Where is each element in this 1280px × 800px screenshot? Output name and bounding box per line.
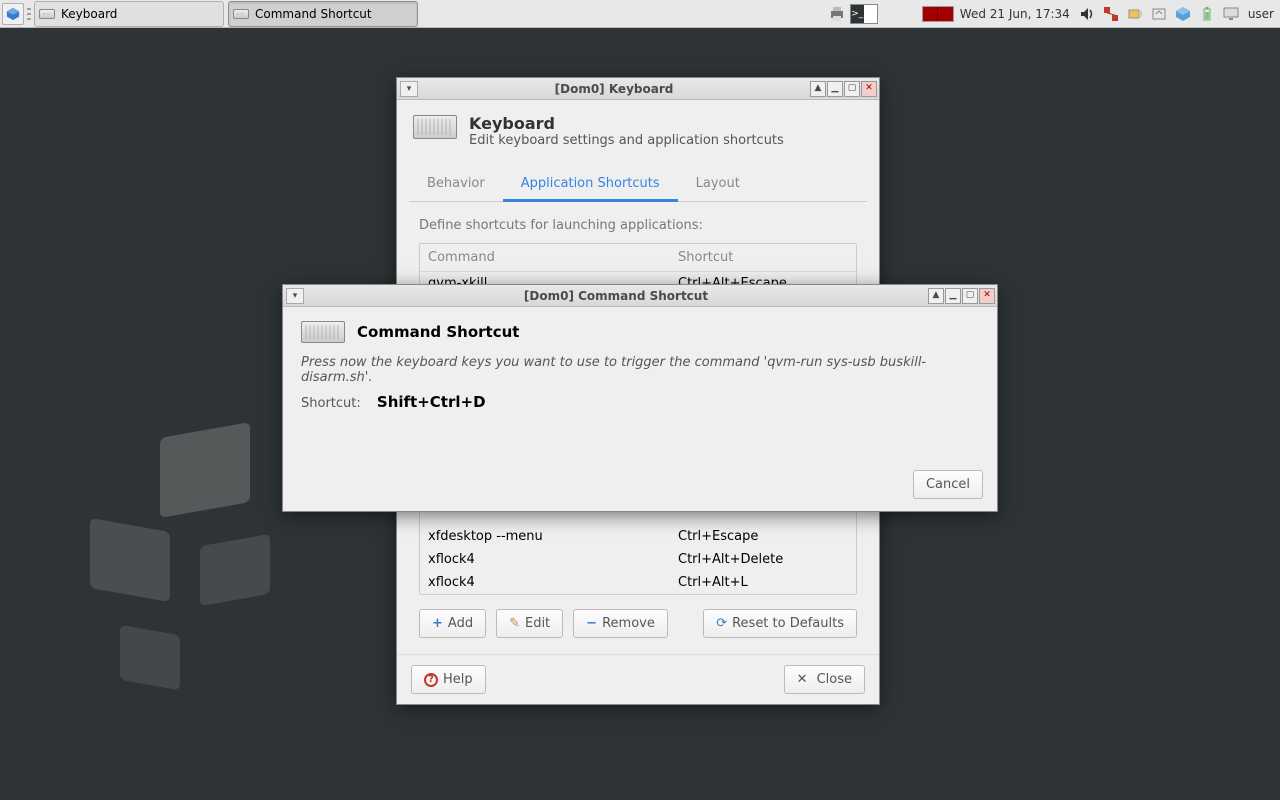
keyboard-icon xyxy=(39,6,55,22)
add-button[interactable]: +Add xyxy=(419,609,486,638)
battery-tray-icon[interactable] xyxy=(1196,3,1218,25)
edit-button[interactable]: ✎Edit xyxy=(496,609,563,638)
keyboard-header-icon xyxy=(413,115,457,147)
workspace-switcher[interactable] xyxy=(922,6,954,22)
maximize-button[interactable]: ▢ xyxy=(962,288,978,304)
tab-layout[interactable]: Layout xyxy=(678,168,758,201)
minus-icon: − xyxy=(586,616,597,631)
close-window-button[interactable]: ✕Close xyxy=(784,665,865,694)
terminal-tray-icon[interactable]: >_ xyxy=(850,4,878,24)
close-button[interactable]: ✕ xyxy=(861,81,877,97)
table-row[interactable]: xfdesktop --menu Ctrl+Escape xyxy=(420,525,856,548)
volume-icon[interactable] xyxy=(1076,3,1098,25)
header-title: Keyboard xyxy=(469,114,784,133)
qubes-menu-button[interactable] xyxy=(2,3,24,25)
keyboard-icon xyxy=(233,6,249,22)
taskbar-label: Keyboard xyxy=(61,7,117,21)
reset-button[interactable]: ⟳Reset to Defaults xyxy=(703,609,857,638)
command-shortcut-dialog: ▾ [Dom0] Command Shortcut ▲ ▁ ▢ ✕ Comman… xyxy=(282,284,998,512)
shortcut-label: Shortcut: xyxy=(301,396,361,411)
tab-behavior[interactable]: Behavior xyxy=(409,168,503,201)
close-button[interactable]: ✕ xyxy=(979,288,995,304)
shade-button[interactable]: ▲ xyxy=(928,288,944,304)
clock[interactable]: Wed 21 Jun, 17:34 xyxy=(956,7,1074,21)
table-row[interactable]: xflock4 Ctrl+Alt+L xyxy=(420,571,856,594)
close-icon: ✕ xyxy=(797,672,808,687)
taskbar-label: Command Shortcut xyxy=(255,7,372,21)
taskbar-button-keyboard[interactable]: Keyboard xyxy=(34,1,224,27)
shade-button[interactable]: ▲ xyxy=(810,81,826,97)
maximize-button[interactable]: ▢ xyxy=(844,81,860,97)
window-title: [Dom0] Keyboard xyxy=(418,82,810,96)
edit-icon: ✎ xyxy=(509,616,520,631)
intro-text: Define shortcuts for launching applicati… xyxy=(419,218,857,233)
minimize-button[interactable]: ▁ xyxy=(827,81,843,97)
cancel-button[interactable]: Cancel xyxy=(913,470,983,499)
remove-button[interactable]: −Remove xyxy=(573,609,668,638)
dialog-header: Command Shortcut xyxy=(357,323,519,341)
tabbar: Behavior Application Shortcuts Layout xyxy=(409,162,867,202)
panel-separator xyxy=(26,3,32,25)
plus-icon: + xyxy=(432,616,443,631)
window-menu-icon[interactable]: ▾ xyxy=(400,81,418,97)
taskbar-button-command-shortcut[interactable]: Command Shortcut xyxy=(228,1,418,27)
window-menu-icon[interactable]: ▾ xyxy=(286,288,304,304)
dialog-prompt: Press now the keyboard keys you want to … xyxy=(301,355,979,385)
col-command[interactable]: Command xyxy=(428,250,678,265)
window-title: [Dom0] Command Shortcut xyxy=(304,289,928,303)
shortcut-value: Shift+Ctrl+D xyxy=(377,393,486,411)
header-subtitle: Edit keyboard settings and application s… xyxy=(469,133,784,148)
updater-tray-icon[interactable] xyxy=(1148,3,1170,25)
titlebar[interactable]: ▾ [Dom0] Keyboard ▲ ▁ ▢ ✕ xyxy=(397,78,879,100)
refresh-icon: ⟳ xyxy=(716,616,727,631)
network-tray-icon[interactable] xyxy=(1100,3,1122,25)
username-label[interactable]: user xyxy=(1244,7,1278,21)
cube-tray-icon[interactable] xyxy=(1172,3,1194,25)
device-tray-icon[interactable] xyxy=(1124,3,1146,25)
printer-tray-icon[interactable] xyxy=(826,3,848,25)
keyboard-dialog-icon xyxy=(301,321,345,343)
help-button[interactable]: ?Help xyxy=(411,665,486,694)
help-icon: ? xyxy=(424,673,438,687)
col-shortcut[interactable]: Shortcut xyxy=(678,250,848,265)
minimize-button[interactable]: ▁ xyxy=(945,288,961,304)
titlebar[interactable]: ▾ [Dom0] Command Shortcut ▲ ▁ ▢ ✕ xyxy=(283,285,997,307)
tab-app-shortcuts[interactable]: Application Shortcuts xyxy=(503,168,678,202)
table-row[interactable]: xflock4 Ctrl+Alt+Delete xyxy=(420,548,856,571)
display-tray-icon[interactable] xyxy=(1220,3,1242,25)
top-panel: Keyboard Command Shortcut >_ Wed 21 Jun,… xyxy=(0,0,1280,28)
